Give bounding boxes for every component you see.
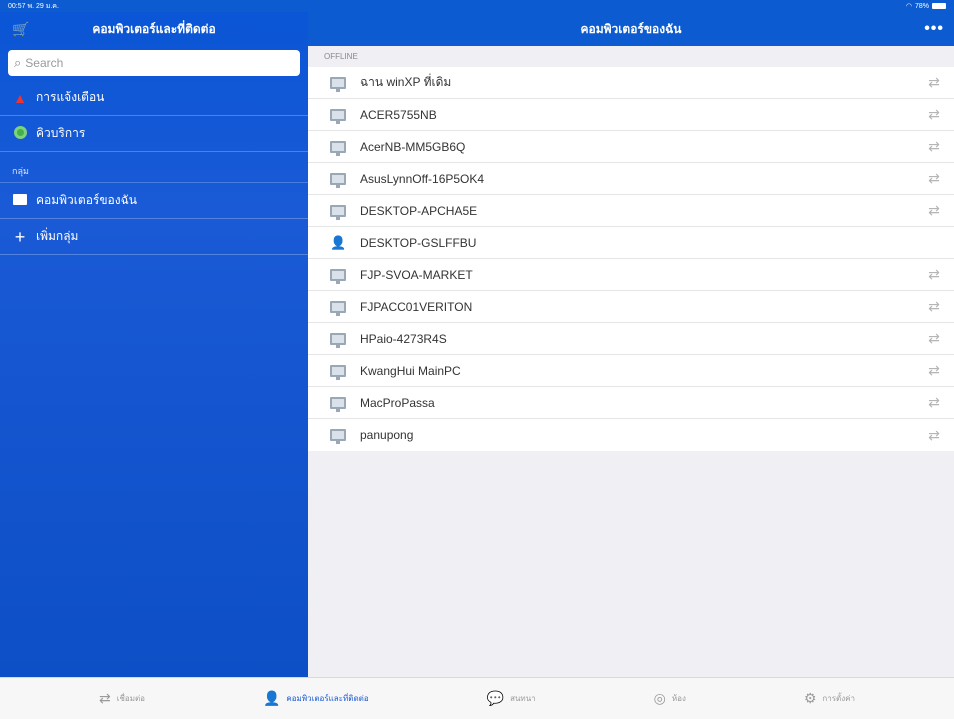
- search-box[interactable]: ⌕: [8, 50, 300, 76]
- sidebar-item-label: การแจ้งเตือน: [36, 90, 105, 104]
- tab-label: เชื่อมต่อ: [116, 694, 145, 703]
- user-icon: 👤: [330, 234, 347, 250]
- list-item[interactable]: FJPACC01VERITON ⇄: [308, 291, 954, 323]
- sidebar-title: คอมพิวเตอร์และที่ติดต่อ: [92, 21, 216, 36]
- computer-name: FJPACC01VERITON: [360, 299, 473, 314]
- computer-name: ฉาน winXP ที่เดิม: [360, 75, 452, 89]
- computer-name: DESKTOP-APCHA5E: [360, 203, 478, 218]
- sidebar-item-label: เพิ่มกลุ่ม: [36, 229, 79, 243]
- list-item[interactable]: ฉาน winXP ที่เดิม ⇄: [308, 67, 954, 99]
- tab-contacts[interactable]: 👤 คอมพิวเตอร์และที่ติดต่อ: [263, 690, 369, 707]
- status-time: 00:57: [8, 2, 26, 10]
- list-item[interactable]: MacProPassa ⇄: [308, 387, 954, 419]
- folder-icon: [12, 193, 28, 208]
- wifi-icon: ◠: [905, 3, 912, 10]
- cart-icon[interactable]: 🛒: [12, 21, 34, 38]
- service-icon: [12, 125, 28, 142]
- tab-label: การตั้งค่า: [822, 694, 855, 703]
- computer-icon: [330, 268, 346, 284]
- connect-icon[interactable]: ⇄: [920, 394, 948, 411]
- computer-name: KwangHui MainPC: [360, 363, 461, 378]
- computer-name: AsusLynnOff-16P5OK4: [360, 171, 485, 186]
- more-icon[interactable]: •••: [924, 20, 944, 38]
- tab-label: ห้อง: [671, 694, 686, 703]
- connect-icon[interactable]: ⇄: [920, 427, 948, 444]
- search-input[interactable]: [25, 56, 294, 70]
- connect-icon[interactable]: ⇄: [920, 266, 948, 283]
- computer-icon: [330, 172, 346, 188]
- computer-name: AcerNB-MM5GB6Q: [360, 139, 466, 154]
- plus-icon: +: [14, 226, 26, 247]
- sidebar-item-label: คอมพิวเตอร์ของฉัน: [36, 193, 137, 207]
- computer-icon: [330, 364, 346, 380]
- connect-icon[interactable]: ⇄: [920, 298, 948, 315]
- battery-icon: [932, 3, 946, 9]
- chat-icon: 💬: [486, 690, 505, 706]
- tab-chat[interactable]: 💬 สนทนา: [487, 690, 536, 707]
- list-item[interactable]: KwangHui MainPC ⇄: [308, 355, 954, 387]
- tab-label: คอมพิวเตอร์และที่ติดต่อ: [286, 694, 369, 703]
- computer-icon: [330, 108, 346, 124]
- search-icon: ⌕: [14, 55, 22, 70]
- computer-list: ฉาน winXP ที่เดิม ⇄ ACER5755NB ⇄ AcerNB-MM5G…: [308, 67, 954, 451]
- list-item[interactable]: ACER5755NB ⇄: [308, 99, 954, 131]
- connect-icon[interactable]: ⇄: [920, 170, 948, 187]
- computer-icon: [330, 76, 346, 92]
- tab-settings[interactable]: ⚙ การตั้งค่า: [804, 690, 855, 707]
- list-item[interactable]: AsusLynnOff-16P5OK4 ⇄: [308, 163, 954, 195]
- sidebar: 🛒 คอมพิวเตอร์และที่ติดต่อ ⌕ ▲ การแจ้งเตื…: [0, 12, 308, 677]
- battery-percent: 78%: [914, 2, 929, 10]
- main-panel: คอมพิวเตอร์ของฉัน ••• OFFLINE ฉาน winXP …: [308, 12, 954, 677]
- computer-icon: [330, 140, 346, 156]
- connect-icon[interactable]: ⇄: [920, 202, 948, 219]
- computer-icon: [330, 300, 346, 316]
- computer-icon: [330, 396, 346, 412]
- settings-icon: ⚙: [803, 690, 817, 706]
- list-item[interactable]: panupong ⇄: [308, 419, 954, 451]
- group-section-label: กลุ่ม: [0, 152, 308, 183]
- tab-label: สนทนา: [510, 694, 536, 703]
- sidebar-header: 🛒 คอมพิวเตอร์และที่ติดต่อ: [0, 12, 308, 46]
- list-item[interactable]: FJP-SVOA-MARKET ⇄: [308, 259, 954, 291]
- contacts-icon: 👤: [262, 690, 281, 706]
- connect-icon[interactable]: ⇄: [920, 138, 948, 155]
- connect-icon[interactable]: ⇄: [920, 362, 948, 379]
- sidebar-item-service-queue[interactable]: คิวบริการ: [0, 116, 308, 152]
- sidebar-item-label: คิวบริการ: [36, 126, 86, 140]
- status-right: ◠ 78%: [906, 2, 946, 10]
- status-date: พ. 29 ม.ค.: [27, 2, 59, 10]
- main-header: คอมพิวเตอร์ของฉัน •••: [308, 12, 954, 46]
- sidebar-group-my-computers[interactable]: คอมพิวเตอร์ของฉัน: [0, 183, 308, 219]
- page-title: คอมพิวเตอร์ของฉัน: [580, 21, 682, 36]
- tab-meeting[interactable]: ◎ ห้อง: [654, 690, 686, 707]
- list-item[interactable]: 👤 DESKTOP-GSLFFBU: [308, 227, 954, 259]
- status-left: 00:57 พ. 29 ม.ค.: [8, 1, 59, 12]
- add-group-button[interactable]: + เพิ่มกลุ่ม: [0, 219, 308, 255]
- computer-icon: [330, 204, 346, 220]
- section-label-offline: OFFLINE: [324, 52, 358, 61]
- computer-name: panupong: [360, 428, 414, 442]
- warning-icon: ▲: [13, 89, 27, 106]
- list-item[interactable]: AcerNB-MM5GB6Q ⇄: [308, 131, 954, 163]
- connect-icon[interactable]: ⇄: [920, 106, 948, 123]
- sidebar-item-notifications[interactable]: ▲ การแจ้งเตือน: [0, 80, 308, 116]
- search-wrap: ⌕: [0, 46, 308, 80]
- computer-name: MacProPassa: [360, 395, 435, 410]
- computer-name: HPaio-4273R4S: [360, 331, 447, 346]
- tab-bar: ⇄ เชื่อมต่อ 👤 คอมพิวเตอร์และที่ติดต่อ 💬 สนทนา…: [0, 677, 954, 719]
- computer-icon: [330, 332, 346, 348]
- status-bar: 00:57 พ. 29 ม.ค. ◠ 78%: [0, 0, 954, 12]
- meeting-icon: ◎: [653, 690, 666, 706]
- connect-icon[interactable]: ⇄: [920, 74, 948, 91]
- connect-icon: ⇄: [98, 690, 111, 706]
- computer-icon: [330, 429, 346, 444]
- list-item[interactable]: DESKTOP-APCHA5E ⇄: [308, 195, 954, 227]
- computer-name: DESKTOP-GSLFFBU: [360, 235, 477, 250]
- computer-name: FJP-SVOA-MARKET: [360, 267, 473, 282]
- list-item[interactable]: HPaio-4273R4S ⇄: [308, 323, 954, 355]
- tab-connect[interactable]: ⇄ เชื่อมต่อ: [99, 690, 145, 707]
- computer-name: ACER5755NB: [360, 107, 437, 122]
- connect-icon[interactable]: ⇄: [920, 330, 948, 347]
